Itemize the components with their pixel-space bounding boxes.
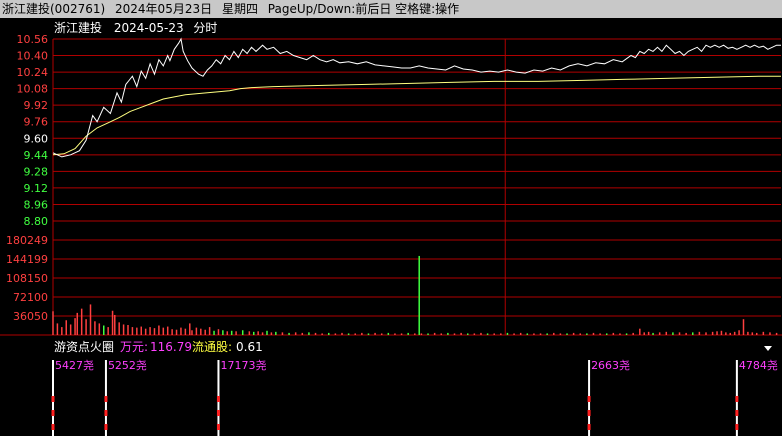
indicator-label: 4784尧 <box>739 359 778 372</box>
indicator-label: 17173尧 <box>220 359 266 372</box>
indicator-dot <box>587 410 591 416</box>
price-y-axis: 10.56 10.40 10.24 10.08 9.92 9.76 9.60 9.44 9.28… <box>17 33 49 228</box>
indicator-marks: 5427尧 5252尧 17173尧 2663尧 4784尧 <box>51 359 778 436</box>
volume-tick-label: 36050 <box>13 310 48 323</box>
wan-label: 万元: <box>120 340 148 354</box>
indicator-name: 游资点火圈 <box>54 340 114 354</box>
volume-tick-label: 108150 <box>6 272 48 285</box>
indicator-dot <box>104 410 108 416</box>
indicator-dot <box>587 424 591 430</box>
date-label: 2024年05月23日 <box>115 2 213 16</box>
svg-text:浙江建投 2024-05-23 分时: 浙江建投 2024-05-23 分时 <box>54 20 217 35</box>
indicator-dot <box>216 396 220 402</box>
float-label: 流通股: <box>192 340 232 354</box>
title-bar: 浙江建投(002761) 2024年05月23日 星期四 PageUp/Down… <box>0 0 782 18</box>
volume-tick-label: 180249 <box>6 234 48 247</box>
price-tick-label: 9.92 <box>24 99 49 112</box>
price-tick-label: 10.08 <box>17 83 49 96</box>
price-tick-label: 9.28 <box>24 165 49 178</box>
float-value: 0.61 <box>236 340 263 354</box>
stock-title: 浙江建投(002761) <box>2 2 106 16</box>
volume-grid <box>0 239 782 336</box>
volume-bars <box>52 255 778 335</box>
indicator-dot <box>216 424 220 430</box>
indicator-dot <box>104 424 108 430</box>
price-tick-label: 9.60 <box>24 132 49 145</box>
indicator-label: 5427尧 <box>55 359 94 372</box>
average-price-line <box>52 75 781 156</box>
indicator-dot <box>216 410 220 416</box>
weekday-label: 星期四 <box>221 2 258 16</box>
indicator-dot <box>51 396 55 402</box>
volume-tick-label: 72100 <box>13 291 48 304</box>
price-tick-label: 10.56 <box>17 33 49 46</box>
indicator-dot <box>51 424 55 430</box>
intraday-chart[interactable]: 10.56 10.40 10.24 10.08 9.92 9.76 9.60 9.44 9.28… <box>0 18 782 436</box>
chart-mode: 分时 <box>193 21 217 35</box>
price-tick-label: 10.24 <box>17 66 49 79</box>
indicator-dot <box>587 396 591 402</box>
price-tick-label: 8.96 <box>24 198 49 211</box>
indicator-dot <box>104 396 108 402</box>
price-tick-label: 9.12 <box>24 182 49 195</box>
chart-date: 2024-05-23 <box>114 21 184 35</box>
triangle-down-icon[interactable] <box>764 346 772 351</box>
price-tick-label: 9.76 <box>24 116 49 129</box>
price-line <box>52 37 781 158</box>
wan-value: 116.79 <box>150 340 192 354</box>
indicator-label: 2663尧 <box>591 359 630 372</box>
indicator-dot <box>735 410 739 416</box>
indicator-dot <box>51 410 55 416</box>
chart-stock-name: 浙江建投 <box>54 20 102 35</box>
keyboard-hint: PageUp/Down:前后日 空格键:操作 <box>267 2 460 16</box>
indicator-header: 游资点火圈 万元: 116.79 流通股: 0.61 <box>54 340 772 354</box>
indicator-dot <box>735 424 739 430</box>
price-tick-label: 9.44 <box>24 149 49 162</box>
indicator-label: 5252尧 <box>108 359 147 372</box>
price-tick-label: 10.40 <box>17 50 49 63</box>
volume-tick-label: 144199 <box>6 253 48 266</box>
indicator-dot <box>735 396 739 402</box>
volume-y-axis: 180249 144199 108150 72100 36050 <box>6 234 48 323</box>
price-tick-label: 8.80 <box>24 215 49 228</box>
